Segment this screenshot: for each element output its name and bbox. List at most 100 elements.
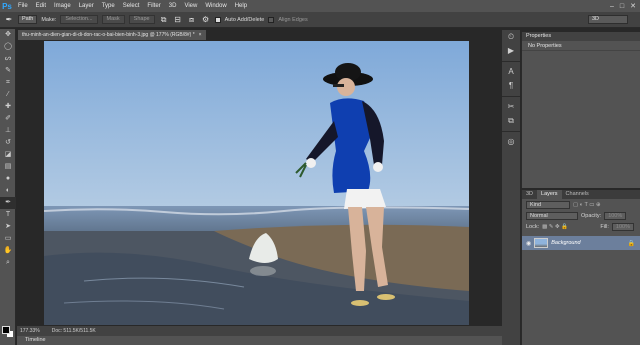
history-brush-tool-icon[interactable]: ↺: [0, 137, 16, 149]
close-tab-icon[interactable]: ×: [199, 30, 202, 40]
menu-edit[interactable]: Edit: [32, 0, 50, 12]
clone-source-icon[interactable]: ⧉: [502, 114, 520, 128]
beach-photo: [44, 41, 469, 325]
layers-tabs: 3D Layers Channels: [522, 190, 640, 199]
dock-divider: [502, 131, 520, 132]
pen-tool-icon[interactable]: ✒: [4, 15, 14, 25]
brush-tool-icon[interactable]: ✐: [0, 113, 16, 125]
pen-tool-icon[interactable]: ✒: [0, 197, 16, 209]
menu-image[interactable]: Image: [50, 0, 75, 12]
fill-label: Fill:: [600, 223, 609, 230]
history-panel-icon[interactable]: ⏲: [502, 30, 520, 44]
tool-presets-icon[interactable]: ✂: [502, 100, 520, 114]
align-edges-checkbox[interactable]: [268, 16, 275, 23]
gear-icon[interactable]: ⚙: [201, 15, 211, 25]
tab-3d[interactable]: 3D: [522, 190, 537, 199]
lock-label: Lock:: [526, 223, 540, 230]
menu-filter[interactable]: Filter: [143, 0, 164, 12]
pen-mode-select[interactable]: Path: [18, 15, 38, 24]
clone-stamp-tool-icon[interactable]: ⊥: [0, 125, 16, 137]
actions-panel-icon[interactable]: ▶: [502, 44, 520, 58]
menu-help[interactable]: Help: [231, 0, 251, 12]
visibility-eye-icon[interactable]: ◉: [526, 240, 531, 247]
layer-thumbnail: [534, 238, 549, 248]
marquee-tool-icon[interactable]: ◯: [0, 41, 16, 53]
character-panel-icon[interactable]: A: [502, 65, 520, 79]
menu-type[interactable]: Type: [98, 0, 119, 12]
lock-icons[interactable]: ▩ ✎ ✥ 🔒: [542, 224, 568, 230]
menu-select[interactable]: Select: [119, 0, 144, 12]
rectangle-tool-icon[interactable]: ▭: [0, 233, 16, 245]
minimize-icon[interactable]: –: [610, 3, 614, 10]
selection-button[interactable]: Selection...: [60, 15, 98, 24]
dodge-tool-icon[interactable]: ◐: [0, 185, 16, 197]
document-title: thu-minh-an-dien-gian-di-di-don-rac-o-ba…: [22, 32, 195, 38]
properties-panel: Properties No Properties: [521, 32, 640, 188]
properties-subtitle: No Properties: [522, 41, 640, 51]
shape-button[interactable]: Shape: [128, 15, 155, 24]
zoom-level[interactable]: 177.33%: [20, 326, 40, 336]
panel-dock: ⏲ ▶ A ¶ ✂ ⧉ ◎: [502, 30, 520, 345]
timeline-panel-tab[interactable]: Timeline: [17, 336, 515, 345]
menu-bar: Ps File Edit Image Layer Type Select Fil…: [0, 0, 640, 12]
dock-divider: [502, 96, 520, 97]
maximize-icon[interactable]: □: [620, 3, 624, 10]
menu-3d[interactable]: 3D: [165, 0, 181, 12]
align-edges-label: Align Edges: [278, 16, 308, 23]
healing-tool-icon[interactable]: ✚: [0, 101, 16, 113]
zoom-tool-icon[interactable]: ⌕: [0, 257, 16, 269]
make-label: Make:: [41, 16, 57, 23]
fill-field[interactable]: 100%: [611, 222, 634, 231]
document-tab[interactable]: thu-minh-an-dien-gian-di-di-don-rac-o-ba…: [18, 30, 206, 40]
3d-panel-icon[interactable]: ◎: [502, 135, 520, 149]
eraser-tool-icon[interactable]: ◪: [0, 149, 16, 161]
menu-file[interactable]: File: [14, 0, 32, 12]
gradient-tool-icon[interactable]: ▤: [0, 161, 16, 173]
layers-panel: 3D Layers Channels Kind ▢ ◐ T ▭ ⊕ Normal…: [521, 190, 640, 345]
blend-row: Normal Opacity: 100%: [522, 210, 640, 221]
mask-button[interactable]: Mask: [101, 15, 125, 24]
document-photo[interactable]: [44, 41, 469, 325]
paragraph-panel-icon[interactable]: ¶: [502, 79, 520, 93]
opacity-field[interactable]: 100%: [604, 211, 627, 220]
auto-add-delete-checkbox[interactable]: [214, 16, 221, 23]
status-bar: 177.33% Doc: 511.5K/511.5K: [17, 326, 515, 336]
dock-divider: [502, 61, 520, 62]
window-controls: – □ ✕: [610, 0, 636, 12]
tab-layers[interactable]: Layers: [537, 190, 562, 199]
lock-icon: 🔒: [627, 240, 635, 247]
lasso-tool-icon[interactable]: ᔕ: [0, 53, 16, 65]
path-select-tool-icon[interactable]: ➤: [0, 221, 16, 233]
menu-view[interactable]: View: [180, 0, 201, 12]
blur-tool-icon[interactable]: ●: [0, 173, 16, 185]
eyedropper-tool-icon[interactable]: ⁄: [0, 89, 16, 101]
kind-filter-select[interactable]: Kind: [526, 200, 570, 209]
doc-info[interactable]: Doc: 511.5K/511.5K: [52, 326, 96, 336]
menu-window[interactable]: Window: [201, 0, 230, 12]
filter-icons[interactable]: ▢ ◐ T ▭ ⊕: [573, 202, 601, 208]
tab-channels[interactable]: Channels: [562, 190, 593, 199]
workspace-select[interactable]: 3D: [588, 15, 628, 24]
opacity-label: Opacity:: [581, 212, 602, 219]
photoshop-logo-icon: Ps: [2, 1, 12, 11]
close-icon[interactable]: ✕: [630, 2, 636, 10]
layer-name[interactable]: Background: [551, 240, 580, 246]
auto-add-delete-label: Auto Add/Delete: [224, 16, 265, 23]
hand-tool-icon[interactable]: ✋: [0, 245, 16, 257]
blend-mode-select[interactable]: Normal: [526, 211, 578, 220]
options-bar: ✒ Path Make: Selection... Mask Shape ⧉ ⊟…: [0, 12, 640, 28]
layer-filter-row: Kind ▢ ◐ T ▭ ⊕: [522, 199, 640, 210]
path-operations-icon[interactable]: ⧉: [159, 15, 169, 25]
menu-layer[interactable]: Layer: [75, 0, 98, 12]
foreground-color-swatch[interactable]: [2, 326, 10, 334]
layer-row-background[interactable]: ◉ Background 🔒: [522, 236, 640, 250]
properties-tab[interactable]: Properties: [522, 32, 640, 41]
lock-row: Lock: ▩ ✎ ✥ 🔒 Fill: 100%: [522, 221, 640, 232]
move-tool-icon[interactable]: ✥: [0, 29, 16, 41]
tools-panel: ✥ ◯ ᔕ ✎ ⌗ ⁄ ✚ ✐ ⊥ ↺ ◪ ▤ ● ◐ ✒ T ➤ ▭ ✋ ⌕: [0, 29, 16, 345]
quick-select-tool-icon[interactable]: ✎: [0, 65, 16, 77]
path-arrangement-icon[interactable]: ⧈: [187, 15, 197, 25]
crop-tool-icon[interactable]: ⌗: [0, 77, 16, 89]
path-alignment-icon[interactable]: ⊟: [173, 15, 183, 25]
type-tool-icon[interactable]: T: [0, 209, 16, 221]
